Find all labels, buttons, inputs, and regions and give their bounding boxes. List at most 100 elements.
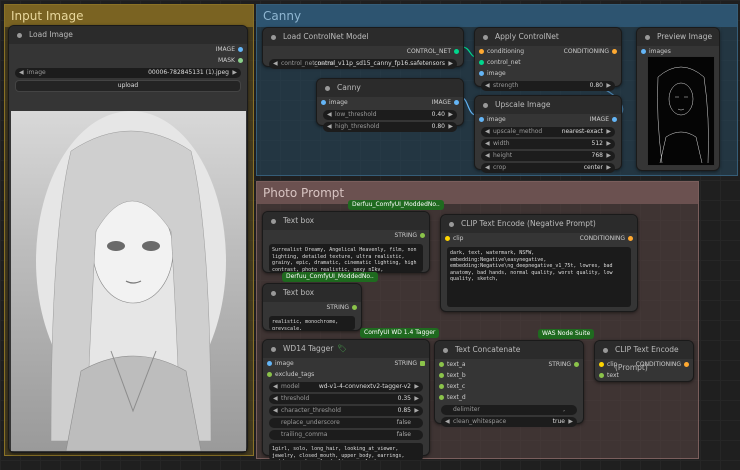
node-canny[interactable]: Canny image IMAGE ◀ low_threshold 0.40 ▶… xyxy=(316,78,464,132)
node-title[interactable]: Load Image xyxy=(9,26,247,44)
arrow-left-icon[interactable]: ◀ xyxy=(485,151,490,161)
node-preview-image[interactable]: Preview Image images xyxy=(636,27,720,171)
input-image[interactable]: image IMAGE xyxy=(475,114,621,125)
socket-dot[interactable] xyxy=(439,373,444,378)
arrow-right-icon[interactable]: ▶ xyxy=(232,68,237,78)
arrow-right-icon[interactable]: ▶ xyxy=(448,110,453,120)
socket-dot[interactable] xyxy=(574,362,579,367)
arrow-right-icon[interactable]: ▶ xyxy=(606,127,611,137)
arrow-right-icon[interactable]: ▶ xyxy=(448,122,453,132)
socket-dot[interactable] xyxy=(267,361,272,366)
node-text-concatenate[interactable]: Text Concatenate text_a STRING text_b te… xyxy=(434,340,584,427)
input-image[interactable]: image STRING xyxy=(263,358,429,369)
crop-widget[interactable]: ◀ crop center ▶ xyxy=(481,163,615,173)
socket-dot[interactable] xyxy=(420,233,425,238)
input-text-a[interactable]: text_a STRING xyxy=(435,359,583,370)
arrow-left-icon[interactable]: ◀ xyxy=(485,163,490,173)
socket-dot[interactable] xyxy=(628,236,633,241)
threshold-widget[interactable]: ◀ threshold 0.35 ▶ xyxy=(269,394,423,404)
socket-dot[interactable] xyxy=(238,58,243,63)
input-control-net[interactable]: control_net xyxy=(475,57,621,68)
node-title[interactable]: Text box xyxy=(263,212,429,230)
input-image[interactable]: image xyxy=(475,68,621,79)
node-title[interactable]: CLIP Text Encode (Negative Prompt) xyxy=(441,215,637,233)
socket-dot[interactable] xyxy=(454,100,459,105)
output-mask[interactable]: MASK xyxy=(9,55,247,66)
low-threshold-widget[interactable]: ◀ low_threshold 0.40 ▶ xyxy=(323,110,457,120)
input-exclude-tags[interactable]: exclude_tags xyxy=(263,369,429,380)
trailing-comma-toggle[interactable]: trailing_comma false xyxy=(269,430,423,440)
text-area[interactable]: Surrealist Dreamy, Angelical Heavenly, f… xyxy=(269,244,423,272)
socket-dot[interactable] xyxy=(641,49,646,54)
input-image[interactable]: image IMAGE xyxy=(317,97,463,108)
arrow-right-icon[interactable]: ▶ xyxy=(606,151,611,161)
arrow-right-icon[interactable]: ▶ xyxy=(606,139,611,149)
node-wd14-tagger[interactable]: WD14 Tagger 🏷 image STRING exclude_tags ◀… xyxy=(262,339,430,460)
arrow-right-icon[interactable]: ▶ xyxy=(414,394,419,404)
socket-dot[interactable] xyxy=(352,305,357,310)
clean-whitespace-widget[interactable]: ◀ clean_whitespace true ▶ xyxy=(441,417,577,427)
node-title[interactable]: Load ControlNet Model xyxy=(263,28,463,46)
socket-dot[interactable] xyxy=(321,100,326,105)
character-threshold-widget[interactable]: ◀ character_threshold 0.85 ▶ xyxy=(269,406,423,416)
node-text-box-1[interactable]: Text box STRING Surrealist Dreamy, Angel… xyxy=(262,211,430,273)
socket-dot[interactable] xyxy=(439,384,444,389)
arrow-right-icon[interactable]: ▶ xyxy=(606,163,611,173)
arrow-right-icon[interactable]: ▶ xyxy=(606,81,611,91)
model-widget[interactable]: ◀ model wd-v1-4-convnextv2-tagger-v2 ▶ xyxy=(269,382,423,392)
socket-dot[interactable] xyxy=(454,49,459,54)
socket-dot[interactable] xyxy=(479,117,484,122)
input-text-b[interactable]: text_b xyxy=(435,370,583,381)
node-text-box-2[interactable]: Text box STRING realistic, monochrome, g… xyxy=(262,283,362,331)
socket-dot[interactable] xyxy=(599,362,604,367)
node-title[interactable]: Apply ControlNet xyxy=(475,28,621,46)
node-clip-negative[interactable]: CLIP Text Encode (Negative Prompt) clip … xyxy=(440,214,638,312)
socket-dot[interactable] xyxy=(479,71,484,76)
arrow-left-icon[interactable]: ◀ xyxy=(485,139,490,149)
socket-dot[interactable] xyxy=(479,49,484,54)
node-title[interactable]: Upscale Image xyxy=(475,96,621,114)
text-area[interactable]: realistic, monochrome, greyscale, xyxy=(269,316,355,330)
socket-dot[interactable] xyxy=(612,49,617,54)
output-string[interactable]: STRING xyxy=(263,302,361,313)
arrow-left-icon[interactable]: ◀ xyxy=(327,122,332,132)
controlnet-select-widget[interactable]: ◀ control_net_name control_v11p_sd15_can… xyxy=(269,59,457,69)
output-image[interactable]: IMAGE xyxy=(9,44,247,55)
arrow-left-icon[interactable]: ◀ xyxy=(273,59,278,69)
socket-dot[interactable] xyxy=(479,60,484,65)
input-conditioning[interactable]: conditioning CONDITIONING xyxy=(475,46,621,57)
strength-widget[interactable]: ◀ strength 0.80 ▶ xyxy=(481,81,615,91)
socket-dot[interactable] xyxy=(684,362,689,367)
arrow-right-icon[interactable]: ▶ xyxy=(414,406,419,416)
arrow-left-icon[interactable]: ◀ xyxy=(273,382,278,392)
node-apply-controlnet[interactable]: Apply ControlNet conditioning CONDITIONI… xyxy=(474,27,622,91)
node-title[interactable]: CLIP Text Encode (Prompt) xyxy=(595,341,693,372)
node-title[interactable]: Text box xyxy=(263,284,361,302)
node-title[interactable]: Text Concatenate xyxy=(435,341,583,359)
input-clip[interactable]: clip CONDITIONING xyxy=(595,359,693,370)
node-clip-prompt[interactable]: CLIP Text Encode (Prompt) clip CONDITION… xyxy=(594,340,694,382)
input-text-c[interactable]: text_c xyxy=(435,381,583,392)
socket-dot[interactable] xyxy=(439,362,444,367)
height-widget[interactable]: ◀ height 768 ▶ xyxy=(481,151,615,161)
upload-button[interactable]: upload xyxy=(15,80,241,92)
node-load-controlnet[interactable]: Load ControlNet Model CONTROL_NET ◀ cont… xyxy=(262,27,464,69)
arrow-left-icon[interactable]: ◀ xyxy=(19,68,24,78)
input-text-d[interactable]: text_d xyxy=(435,392,583,403)
arrow-left-icon[interactable]: ◀ xyxy=(485,81,490,91)
node-upscale-image[interactable]: Upscale Image image IMAGE ◀ upscale_meth… xyxy=(474,95,622,173)
arrow-right-icon[interactable]: ▶ xyxy=(568,417,573,427)
tag-output-text[interactable]: 1girl, solo, long_hair, looking_at_viewe… xyxy=(269,443,423,460)
socket-dot[interactable] xyxy=(439,395,444,400)
upscale-method-widget[interactable]: ◀ upscale_method nearest-exact ▶ xyxy=(481,127,615,137)
node-title[interactable]: Canny xyxy=(317,79,463,97)
image-select-widget[interactable]: ◀ image 00006-782845131 (1).jpeg ▶ xyxy=(15,68,241,78)
arrow-left-icon[interactable]: ◀ xyxy=(273,394,278,404)
replace-underscore-toggle[interactable]: replace_underscore false xyxy=(269,418,423,428)
arrow-left-icon[interactable]: ◀ xyxy=(445,417,450,427)
text-area[interactable]: dark, text, watermark, NSFW, embedding:N… xyxy=(447,247,631,307)
socket-dot[interactable] xyxy=(612,117,617,122)
socket-dot[interactable] xyxy=(267,372,272,377)
output-string[interactable]: STRING xyxy=(263,230,429,241)
input-clip[interactable]: clip CONDITIONING xyxy=(441,233,637,244)
